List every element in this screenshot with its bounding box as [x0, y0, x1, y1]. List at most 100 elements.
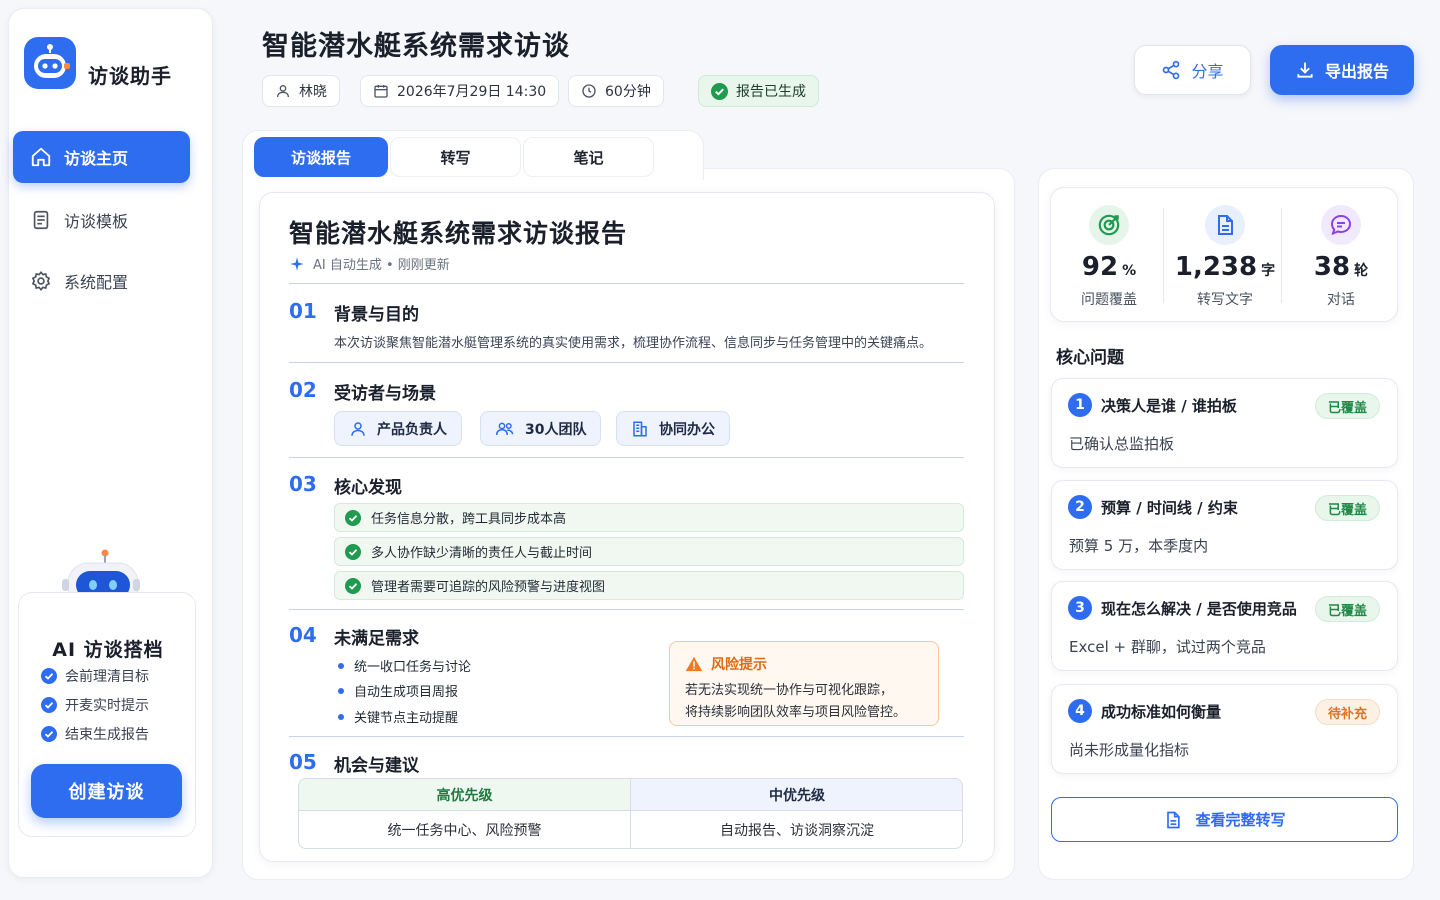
status-badge: 报告已生成 [698, 75, 819, 107]
ai-feature-item: 开麦实时提示 [41, 695, 149, 715]
document-icon [30, 209, 52, 231]
sidebar-item-label: 系统配置 [64, 273, 129, 292]
file-text-icon [1205, 205, 1245, 245]
chat-icon [1321, 205, 1361, 245]
tag-scenario: 协同办公 [616, 411, 730, 446]
check-circle-icon [41, 726, 57, 742]
section-number: 02 [289, 378, 317, 402]
building-icon [631, 420, 649, 438]
tag-role: 产品负责人 [334, 411, 462, 446]
ai-assistant-card: AI 访谈搭档 会前理清目标 开麦实时提示 结束生成报告 创建访谈 [18, 592, 196, 837]
section-number: 04 [289, 623, 317, 647]
status-badge: 已覆盖 [1315, 393, 1380, 419]
tab-notes[interactable]: 笔记 [523, 137, 654, 177]
ai-feature-item: 结束生成报告 [41, 724, 149, 744]
need-item: 关键节点主动提醒 [338, 707, 458, 726]
section-number: 03 [289, 472, 317, 496]
divider [289, 283, 964, 284]
section-number: 05 [289, 750, 317, 774]
status-badge: 已覆盖 [1315, 495, 1380, 521]
sidebar-item-settings[interactable]: 系统配置 [13, 255, 190, 307]
status-badge: 已覆盖 [1315, 596, 1380, 622]
check-circle-icon [41, 697, 57, 713]
check-circle-icon [345, 543, 361, 560]
divider [289, 609, 964, 610]
section-number: 01 [289, 299, 317, 323]
tab-transcript[interactable]: 转写 [390, 137, 521, 177]
section-title: 核心发现 [334, 478, 402, 498]
app-name: 访谈助手 [88, 64, 172, 88]
divider [289, 736, 964, 737]
bullet-dot [338, 687, 344, 694]
sidebar-item-label: 访谈模板 [64, 212, 129, 231]
stat-coverage: 92% 问题覆盖 [1051, 188, 1167, 323]
share-button[interactable]: 分享 [1134, 45, 1251, 95]
view-full-transcript-button[interactable]: 查看完整转写 [1051, 797, 1398, 842]
datetime-chip: 2026年7月29日 14:30 [360, 75, 560, 107]
user-icon [275, 83, 291, 99]
bullet-dot [338, 713, 344, 720]
download-icon [1295, 60, 1315, 80]
finding-item: 多人协作缺少清晰的责任人与截止时间 [334, 537, 964, 566]
sidebar-item-label: 访谈主页 [64, 149, 129, 168]
create-interview-button[interactable]: 创建访谈 [31, 764, 182, 818]
priority-table: 高优先级 统一任务中心、风险预警 中优先级 自动报告、访谈洞察沉淀 [298, 778, 963, 849]
check-circle-icon [345, 509, 361, 526]
status-badge: 待补充 [1315, 699, 1380, 725]
stat-transcript-words: 1,238 字 转写文字 [1167, 188, 1283, 323]
calendar-icon [373, 83, 389, 99]
page-title: 智能潜水艇系统需求访谈 [262, 31, 570, 62]
finding-item: 管理者需要可追踪的风险预警与进度视图 [334, 571, 964, 600]
ai-feature-item: 会前理清目标 [41, 666, 149, 686]
question-card[interactable]: 3 现在怎么解决 / 是否使用竞品 已覆盖 Excel + 群聊，试过两个竞品 [1051, 581, 1398, 671]
check-circle-icon [41, 668, 57, 684]
sidebar-item-templates[interactable]: 访谈模板 [13, 194, 190, 246]
priority-header: 高优先级 [299, 779, 630, 811]
export-report-button[interactable]: 导出报告 [1270, 45, 1414, 95]
share-icon [1161, 60, 1181, 80]
priority-header: 中优先级 [631, 779, 962, 811]
sidebar-item-home[interactable]: 访谈主页 [13, 131, 190, 183]
report-title: 智能潜水艇系统需求访谈报告 [289, 219, 628, 248]
section-title: 背景与目的 [334, 305, 419, 325]
question-card[interactable]: 2 预算 / 时间线 / 约束 已覆盖 预算 5 万，本季度内 [1051, 480, 1398, 570]
core-questions-title: 核心问题 [1056, 348, 1124, 368]
question-card[interactable]: 1 决策人是谁 / 谁拍板 已覆盖 已确认总监拍板 [1051, 378, 1398, 468]
check-circle-icon [345, 577, 361, 594]
risk-alert: 风险提示 若无法实现统一协作与可视化跟踪， 将持续影响团队效率与项目风险管控。 [669, 641, 939, 726]
tag-team-size: 30人团队 [480, 411, 602, 446]
section-text: 本次访谈聚焦智能潜水艇管理系统的真实使用需求，梳理协作流程、信息同步与任务管理中… [334, 336, 933, 351]
finding-item: 任务信息分散，跨工具同步成本高 [334, 503, 964, 532]
section-title: 未满足需求 [334, 629, 419, 649]
priority-cell: 统一任务中心、风险预警 [387, 822, 542, 839]
need-item: 统一收口任务与讨论 [338, 656, 471, 675]
tab-report[interactable]: 访谈报告 [254, 137, 388, 177]
priority-column-medium: 中优先级 自动报告、访谈洞察沉淀 [631, 779, 962, 848]
divider [289, 362, 964, 363]
bullet-dot [338, 662, 344, 669]
warning-icon [685, 656, 703, 672]
report-subtitle: AI 自动生成 • 刚刚更新 [289, 254, 450, 273]
user-icon [349, 420, 367, 438]
gear-icon [30, 270, 52, 292]
need-item: 自动生成项目周报 [338, 681, 458, 700]
file-text-icon [1163, 810, 1183, 830]
section-title: 机会与建议 [334, 756, 419, 776]
divider [1281, 208, 1282, 303]
ai-card-title: AI 访谈搭档 [52, 639, 164, 661]
question-card[interactable]: 4 成功标准如何衡量 待补充 尚未形成量化指标 [1051, 684, 1398, 774]
priority-column-high: 高优先级 统一任务中心、风险预警 [299, 779, 631, 848]
divider [289, 457, 964, 458]
stats-card: 92% 问题覆盖 1,238 字 转写文字 38 轮 对话 [1050, 187, 1398, 322]
home-icon [30, 146, 52, 168]
sparkle-icon [289, 256, 305, 272]
target-icon [1089, 205, 1129, 245]
risk-text: 若无法实现统一协作与可视化跟踪， 将持续影响团队效率与项目风险管控。 [685, 683, 907, 720]
check-circle-icon [711, 82, 728, 100]
section-title: 受访者与场景 [334, 384, 436, 404]
risk-header: 风险提示 [685, 654, 767, 674]
duration-chip: 60分钟 [568, 75, 664, 107]
interviewer-chip: 林晓 [262, 75, 340, 107]
team-icon [495, 420, 515, 438]
divider [1163, 208, 1164, 303]
